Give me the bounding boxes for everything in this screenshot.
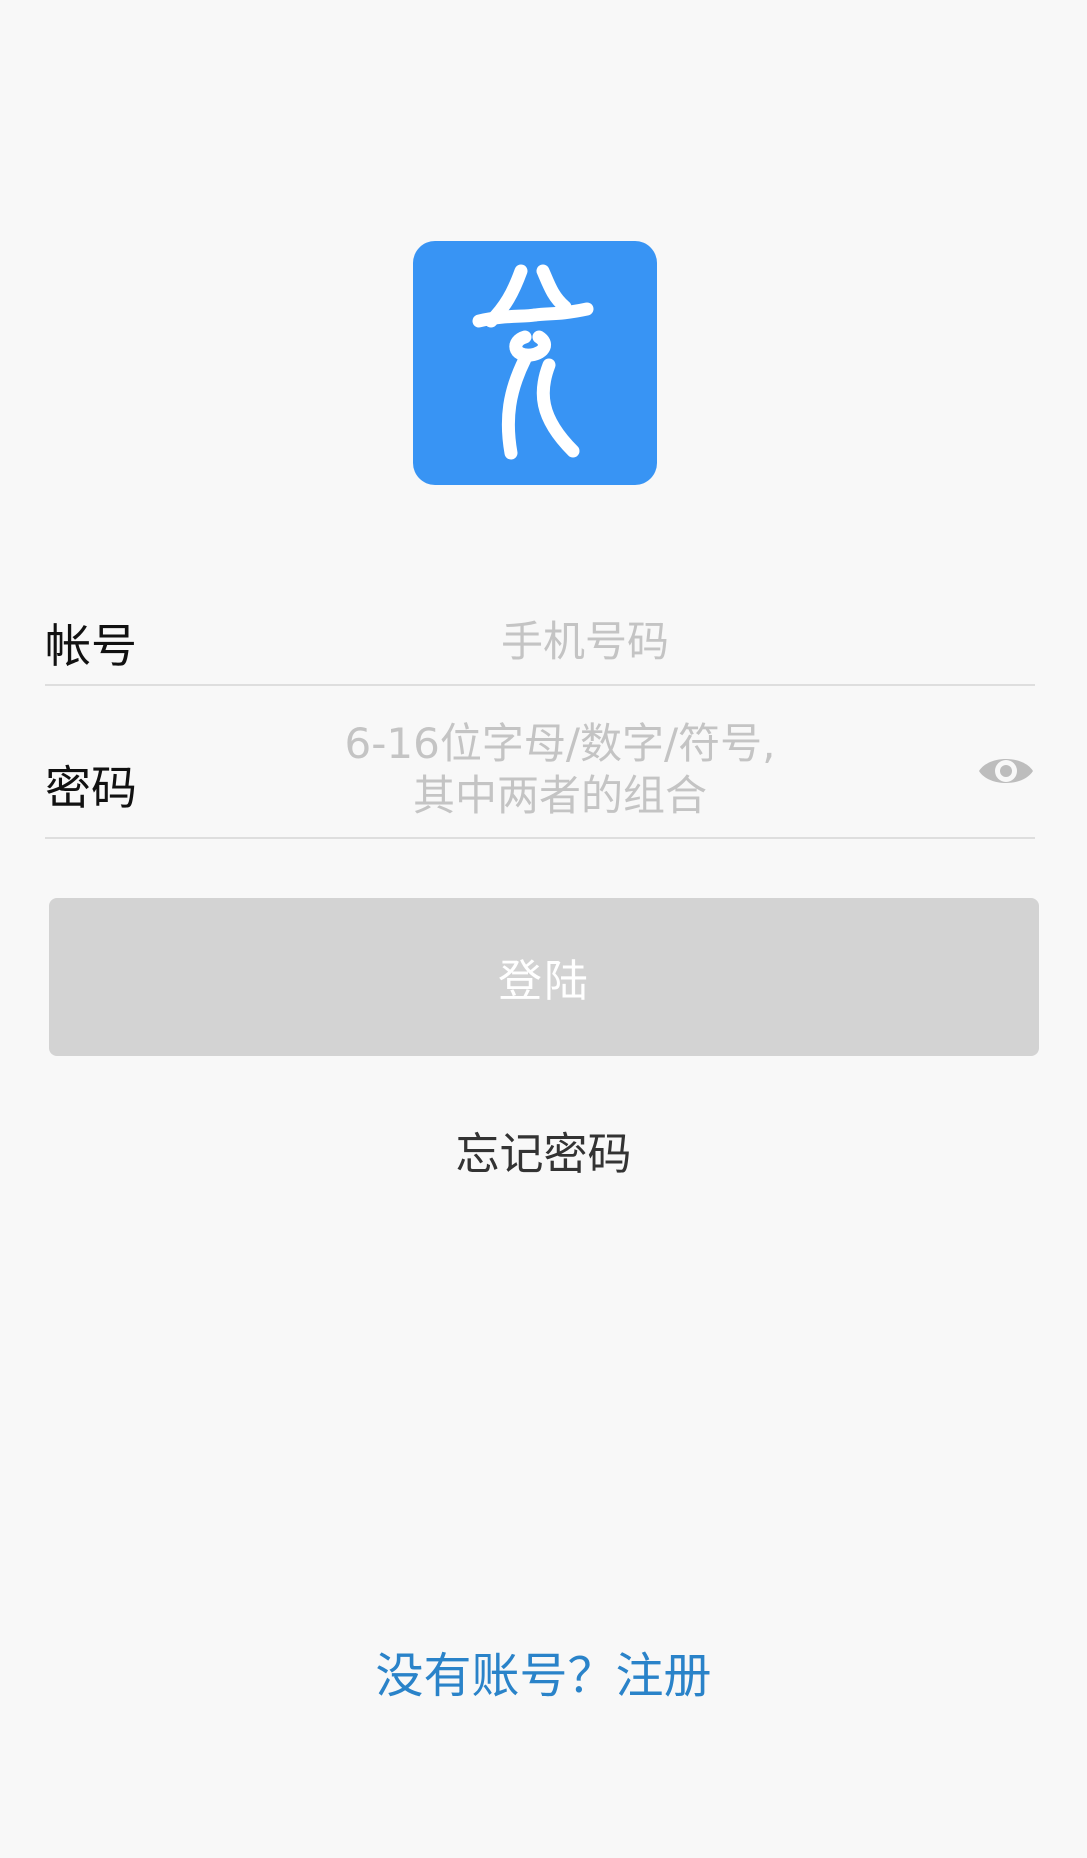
password-placeholder-line2: 其中两者的组合	[412, 771, 707, 820]
account-divider	[45, 684, 1035, 686]
app-logo-icon	[413, 241, 657, 485]
password-input[interactable]: 6-16位字母/数字/符号, 其中两者的组合	[290, 718, 830, 822]
password-divider	[45, 837, 1035, 839]
login-button-label: 登陆	[498, 956, 590, 1007]
login-screen: 帐号 手机号码 密码 6-16位字母/数字/符号, 其中两者的组合 登陆 忘记密…	[0, 0, 1087, 1858]
account-row: 帐号 手机号码	[45, 590, 1035, 686]
login-button[interactable]: 登陆	[49, 898, 1039, 1056]
eye-icon[interactable]	[977, 742, 1035, 800]
password-label: 密码	[45, 761, 137, 815]
app-logo-glyph	[472, 264, 594, 460]
account-input[interactable]: 手机号码	[440, 608, 730, 669]
forgot-password-link[interactable]: 忘记密码	[0, 1118, 1087, 1182]
register-link[interactable]: 没有账号？注册	[0, 1636, 1087, 1706]
password-row: 密码 6-16位字母/数字/符号, 其中两者的组合	[45, 710, 1035, 840]
password-placeholder-line1: 6-16位字母/数字/符号,	[344, 719, 776, 768]
account-label: 帐号	[45, 619, 137, 673]
